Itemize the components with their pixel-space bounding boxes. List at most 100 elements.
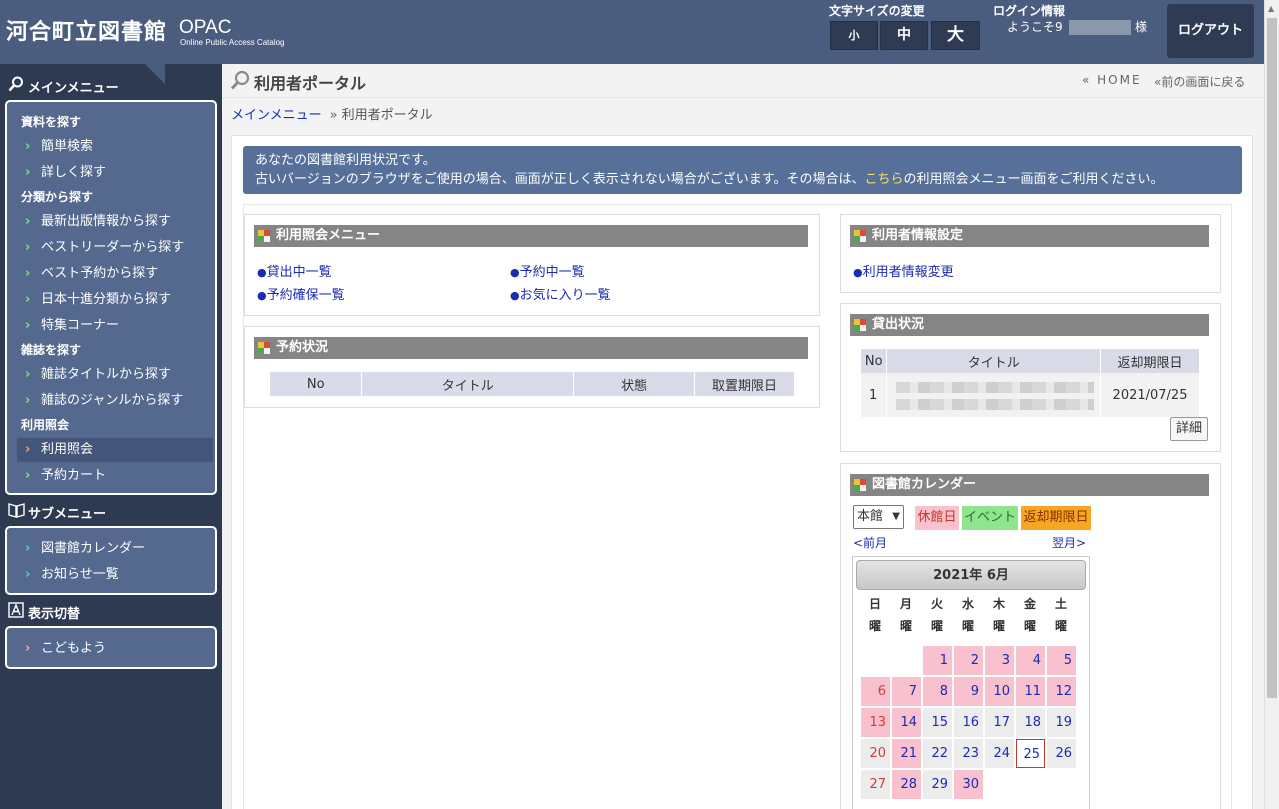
next-month-link[interactable]: 翌月>: [1052, 534, 1086, 551]
sidebar-item-reservation-cart[interactable]: › 予約カート: [17, 464, 213, 488]
sidebar-item-ndc[interactable]: › 日本十進分類から探す: [17, 288, 213, 312]
magnifier-icon: [230, 70, 250, 95]
calendar-panel: 図書館カレンダー 本館 ▼ 休館日 イベント 返却期限日 <前月 翌月> 2021…: [840, 463, 1221, 809]
sidebar-item-news[interactable]: › お知らせ一覧: [17, 563, 213, 587]
library-logo[interactable]: 河合町立図書館: [6, 14, 167, 46]
notice-banner: あなたの図書館利用状況です。 古いバージョンのブラウザをご使用の場合、画面が正し…: [243, 146, 1242, 194]
calendar-day[interactable]: 1: [923, 646, 952, 675]
chevron-right-icon: ›: [25, 393, 31, 408]
weekday-header: 木: [992, 597, 1005, 611]
calendar-day[interactable]: 14: [892, 708, 921, 737]
panel-header-icon: [258, 342, 270, 354]
sidebar-item-new-publications[interactable]: › 最新出版情報から探す: [17, 210, 213, 234]
calendar-day[interactable]: 19: [1047, 708, 1076, 737]
table-row[interactable]: 1 2021/07/25: [861, 373, 1200, 417]
chevron-right-icon: ›: [25, 641, 31, 656]
weekday-suffix: 曜: [1023, 619, 1036, 633]
display-switch-heading: 表示切替: [8, 602, 80, 622]
welcome-text: ようこそ9: [1007, 20, 1063, 34]
calendar-day[interactable]: 22: [923, 739, 952, 768]
chevron-right-icon: ›: [25, 442, 31, 457]
back-link[interactable]: «前の画面に戻る: [1154, 73, 1245, 90]
sidebar-item-magazine-title[interactable]: › 雑誌タイトルから探す: [17, 363, 213, 387]
weekday-suffix: 曜: [930, 619, 943, 633]
calendar-day[interactable]: 2: [954, 646, 983, 675]
calendar-day[interactable]: 26: [1047, 739, 1076, 768]
calendar-day[interactable]: 13: [861, 708, 890, 737]
calendar-day[interactable]: 20: [861, 739, 890, 768]
logout-button[interactable]: ログアウト: [1167, 4, 1254, 58]
calendar-day[interactable]: 3: [985, 646, 1014, 675]
category-classification: 分類から探す: [21, 190, 94, 204]
chevron-right-icon: ›: [25, 367, 31, 382]
legend-event: イベント: [962, 506, 1018, 530]
calendar-day[interactable]: 6: [861, 677, 890, 706]
calendar-day[interactable]: 30: [954, 770, 983, 799]
main-menu-box: 資料を探す › 簡単検索 › 詳しく探す 分類から探す › 最新出版情報から探す › ベ…: [5, 100, 217, 495]
link-change-user-info[interactable]: ●利用者情報変更: [853, 261, 954, 280]
scrollbar[interactable]: ▲: [1264, 0, 1279, 809]
sidebar-item-best-reservations[interactable]: › ベスト予約から探す: [17, 262, 213, 286]
link-favorites[interactable]: ●お気に入り一覧: [510, 284, 611, 303]
notice-here-link[interactable]: こちら: [864, 172, 903, 187]
calendar-day[interactable]: 29: [923, 770, 952, 799]
link-secured-reservations[interactable]: ●予約確保一覧: [257, 284, 345, 303]
sidebar-item-usage-inquiry[interactable]: › 利用照会: [17, 438, 213, 462]
calendar-day[interactable]: 9: [954, 677, 983, 706]
sidebar-item-simple-search[interactable]: › 簡単検索: [17, 135, 213, 159]
font-size-label: 文字サイズの変更: [829, 4, 925, 18]
chevron-right-icon: ›: [25, 468, 31, 483]
panels-area: 利用照会メニュー ●貸出中一覧 ●予約中一覧 ●予約確保一覧 ●お気に入り一覧 …: [243, 204, 1232, 809]
calendar-day[interactable]: 16: [954, 708, 983, 737]
opac-logo: OPAC: [179, 17, 232, 38]
calendar-day[interactable]: 11: [1016, 677, 1045, 706]
breadcrumb-main-menu[interactable]: メインメニュー: [231, 108, 322, 123]
font-size-small-button[interactable]: 小: [830, 21, 878, 50]
loans-header: 貸出状況: [850, 314, 1209, 336]
chevron-right-icon: ›: [25, 318, 31, 333]
sidebar-item-best-readers[interactable]: › ベストリーダーから探す: [17, 236, 213, 260]
branch-select[interactable]: 本館 ▼: [853, 505, 904, 529]
calendar-day[interactable]: 17: [985, 708, 1014, 737]
content-area: あなたの図書館利用状況です。 古いバージョンのブラウザをご使用の場合、画面が正し…: [231, 135, 1253, 809]
calendar-day[interactable]: 7: [892, 677, 921, 706]
sidebar-item-kids-mode[interactable]: › こどもよう: [17, 637, 213, 661]
panel-header-icon: [854, 319, 866, 331]
panel-header-icon: [258, 230, 270, 242]
main-area: 利用者ポータル « HOME «前の画面に戻る メインメニュー » 利用者ポータル …: [222, 64, 1264, 809]
prev-month-link[interactable]: <前月: [853, 534, 887, 551]
calendar-day[interactable]: 18: [1016, 708, 1045, 737]
breadcrumb: メインメニュー » 利用者ポータル: [231, 104, 433, 123]
calendar-day[interactable]: 15: [923, 708, 952, 737]
font-size-large-button[interactable]: 大: [931, 21, 980, 50]
sidebar-item-library-calendar[interactable]: › 図書館カレンダー: [17, 537, 213, 561]
detail-button[interactable]: 詳細: [1170, 417, 1208, 441]
sidebar-item-magazine-genre[interactable]: › 雑誌のジャンルから探す: [17, 389, 213, 413]
link-loans-list[interactable]: ●貸出中一覧: [257, 261, 332, 280]
sidebar-item-detailed-search[interactable]: › 詳しく探す: [17, 161, 213, 185]
calendar-day[interactable]: 24: [985, 739, 1014, 768]
main-menu-heading: メインメニュー: [8, 76, 119, 96]
calendar-day[interactable]: 21: [892, 739, 921, 768]
calendar-day[interactable]: 28: [892, 770, 921, 799]
calendar-day[interactable]: 10: [985, 677, 1014, 706]
chevron-right-icon: ›: [25, 240, 31, 255]
scroll-thumb[interactable]: [1267, 18, 1277, 698]
calendar-day[interactable]: 25: [1016, 739, 1045, 768]
home-link[interactable]: « HOME: [1082, 73, 1142, 87]
weekday-suffix: 曜: [868, 619, 881, 633]
calendar-day[interactable]: 27: [861, 770, 890, 799]
title-bar: 利用者ポータル « HOME «前の画面に戻る: [222, 64, 1264, 98]
font-size-medium-button[interactable]: 中: [880, 21, 928, 50]
weekday-header: 月: [899, 597, 912, 611]
calendar-day[interactable]: 12: [1047, 677, 1076, 706]
scroll-up-icon[interactable]: ▲: [1268, 4, 1274, 13]
calendar-day[interactable]: 8: [923, 677, 952, 706]
chevron-right-icon: ›: [25, 165, 31, 180]
calendar-month-title: 2021年 6月: [856, 560, 1086, 590]
sidebar-item-special-corner[interactable]: › 特集コーナー: [17, 314, 213, 338]
calendar-day[interactable]: 23: [954, 739, 983, 768]
calendar-day[interactable]: 5: [1047, 646, 1076, 675]
link-reservations-list[interactable]: ●予約中一覧: [510, 261, 585, 280]
calendar-day[interactable]: 4: [1016, 646, 1045, 675]
